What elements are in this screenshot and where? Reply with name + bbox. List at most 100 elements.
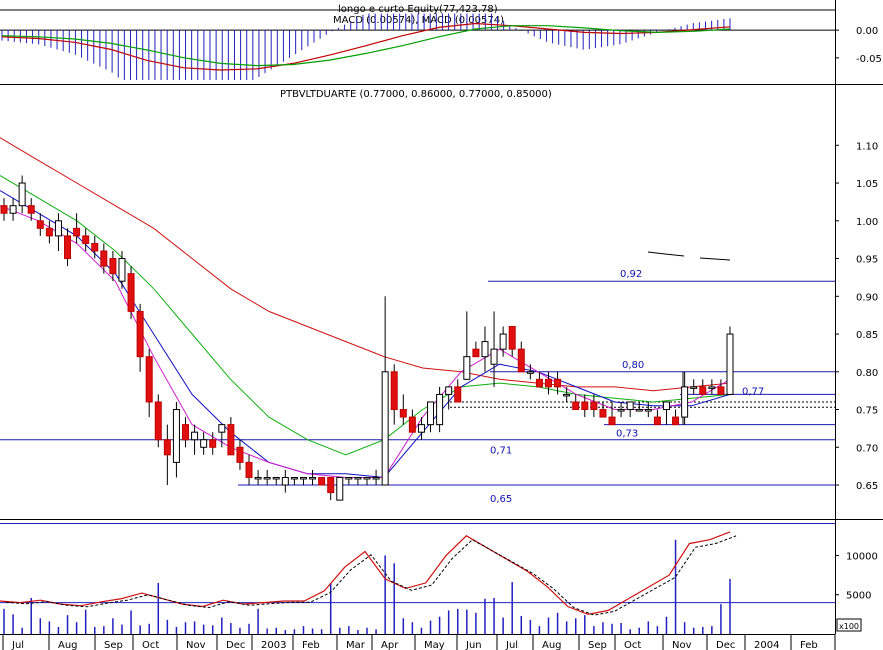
level-label: 0,71 [490, 446, 512, 457]
candle-body [608, 416, 616, 426]
x-tick-label: Nov [672, 640, 692, 650]
price-y-tick-label: 0.85 [856, 330, 878, 341]
level-label: 0,77 [742, 386, 764, 397]
candle-body [254, 476, 262, 480]
candle-body [145, 356, 153, 403]
candle-body [526, 371, 534, 374]
candle-body [427, 401, 435, 426]
candle-body [163, 439, 171, 456]
candle-body [218, 424, 226, 433]
candle-body [100, 250, 108, 267]
x-axis: Jul Aug Sep Oct Nov Dec 2003 Feb Mar Apr May Jun Jul… [2, 634, 836, 650]
candle-body [263, 476, 271, 480]
moving-average-line [0, 175, 731, 456]
candle-body [390, 371, 398, 411]
candle-body [82, 235, 90, 244]
volume-unit-label: x100 [839, 622, 859, 631]
candle-body [563, 393, 571, 397]
candle-body [726, 333, 734, 395]
price-title: PTBVLTDUARTE (0.77000, 0.86000, 0.77000,… [280, 89, 552, 100]
candle-body [136, 310, 144, 358]
candle-body [436, 393, 444, 426]
candle-body [599, 409, 607, 418]
candle-body [9, 205, 17, 214]
candle-body [272, 476, 280, 480]
level-label: 0,65 [490, 494, 512, 505]
candle-body [281, 476, 289, 486]
candle-body [54, 220, 62, 237]
x-tick-label: Oct [624, 640, 641, 650]
x-tick-label: Aug [542, 640, 562, 650]
candle-body [372, 476, 380, 480]
volume-y-tick-label: 5000 [846, 591, 871, 602]
candle-body [454, 386, 462, 403]
price-y-tick-label: 1.10 [856, 141, 878, 152]
oscillator-line [0, 531, 731, 616]
candle-body [363, 476, 371, 480]
candle-body [408, 416, 416, 433]
candle-body [653, 416, 661, 426]
candle-body [309, 476, 317, 480]
candle-body [535, 378, 543, 388]
x-tick-label: Dec [716, 640, 735, 650]
x-tick-label: Mar [346, 640, 366, 650]
stock-chart: longo e curto Equity(77,423.78) MACD (0.… [0, 0, 883, 650]
candle-body [472, 348, 480, 358]
volume-y-ticks: 10000 5000 [835, 551, 878, 602]
price-y-tick-label: 0.70 [856, 443, 878, 454]
candle-body [182, 424, 189, 441]
volume-bars [0, 539, 835, 634]
candle-body [299, 476, 307, 480]
candle-body [209, 439, 217, 448]
candle-body [45, 227, 53, 237]
x-tick-label: Dec [226, 640, 245, 650]
x-tick-label: Feb [800, 640, 818, 650]
price-y-tick-label: 0.65 [856, 481, 878, 492]
price-y-tick-label: 1.05 [856, 179, 878, 190]
candle-body [91, 242, 99, 252]
candle-body [336, 476, 344, 501]
candle-body [690, 386, 698, 389]
candle-body [36, 220, 44, 229]
candle-body [517, 348, 525, 373]
candle-body [109, 258, 117, 275]
price-y-tick-label: 0.90 [856, 292, 878, 303]
candle-body [118, 258, 126, 282]
moving-averages [0, 137, 731, 479]
candle-body [554, 378, 562, 388]
candle-body [590, 401, 598, 411]
candle-body [127, 273, 135, 312]
candle-body [699, 386, 707, 395]
x-tick-label: Jul [11, 640, 24, 650]
candle-body [490, 348, 498, 365]
candle-body [0, 205, 8, 214]
candle-body [381, 371, 389, 486]
x-tick-label: May [424, 640, 445, 650]
macd-y-tick-label: 0.00 [856, 26, 878, 37]
candle-body [236, 446, 244, 463]
candle-body [172, 409, 180, 463]
candle-body [345, 476, 353, 480]
candle-body [626, 401, 634, 411]
volume-panel: 10000 5000 x100 [0, 523, 878, 634]
candle-body [354, 476, 362, 480]
candle-body [708, 386, 716, 389]
macd-y-ticks: 0.00 -0.05 [835, 26, 882, 65]
candle-body [545, 378, 552, 388]
candle-body [64, 235, 72, 260]
x-tick-label: Aug [58, 640, 78, 650]
macd-subtitle: MACD (0.00574), MACD (0.00574) [333, 15, 504, 26]
price-y-tick-label: 1.00 [856, 217, 878, 228]
price-y-tick-label: 0.75 [856, 406, 878, 417]
candle-body [290, 476, 298, 480]
macd-y-tick-label: -0.05 [856, 54, 882, 65]
candle-body [644, 409, 652, 412]
candle-body [27, 205, 35, 214]
x-tick-label: 2003 [261, 640, 286, 650]
candle-body [572, 401, 580, 411]
trend-stroke [647, 251, 685, 257]
candle-body [662, 401, 670, 411]
x-tick-label: Feb [302, 640, 320, 650]
x-tick-label: Oct [142, 640, 159, 650]
candle-body [154, 401, 162, 441]
